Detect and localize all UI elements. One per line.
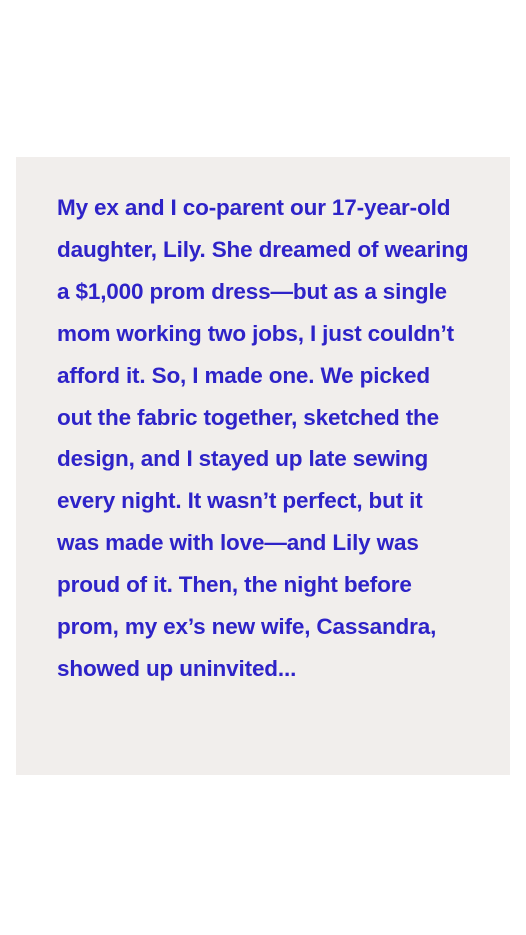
- story-card: My ex and I co-parent our 17-year-old da…: [16, 157, 510, 775]
- story-text: My ex and I co-parent our 17-year-old da…: [57, 195, 469, 681]
- page: My ex and I co-parent our 17-year-old da…: [0, 0, 526, 935]
